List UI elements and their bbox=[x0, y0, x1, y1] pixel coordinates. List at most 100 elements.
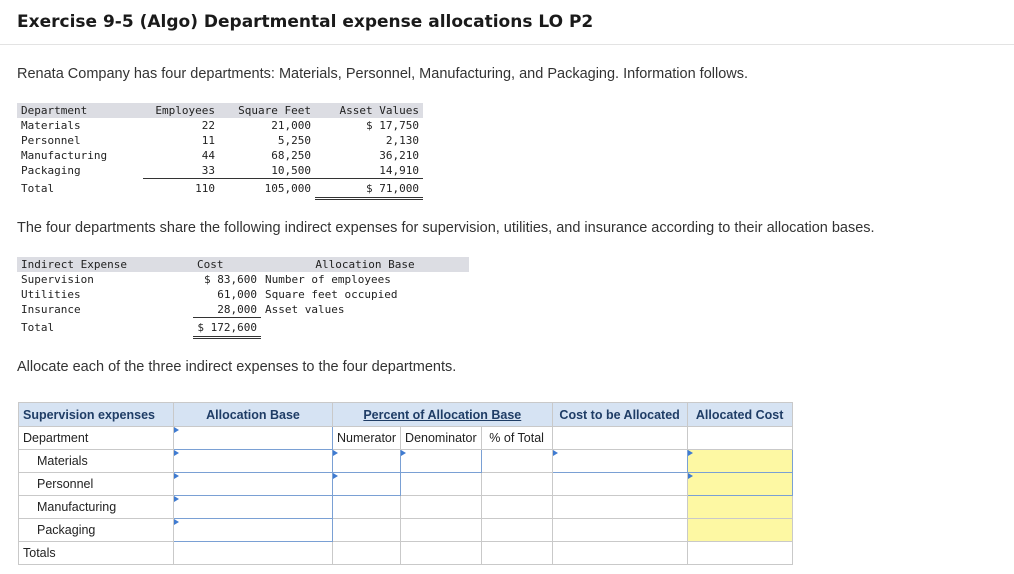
indirect-table-header: Indirect Expense Cost Allocation Base bbox=[17, 257, 469, 272]
empty-cell bbox=[686, 541, 793, 565]
department-table: Department Employees Square Feet Asset V… bbox=[17, 103, 423, 200]
grid-header-percent: Percent of Allocation Base bbox=[332, 402, 553, 427]
col-header: Cost bbox=[193, 257, 261, 272]
cell: $ 83,600 bbox=[204, 273, 257, 286]
allocated-cost-cell bbox=[686, 518, 793, 542]
totals-row: Totals bbox=[18, 541, 793, 565]
cell: 33 bbox=[143, 163, 219, 179]
cost-cell bbox=[551, 495, 688, 519]
cost-cell bbox=[551, 472, 688, 496]
table-row: Supervision $ 83,600 Number of employees bbox=[17, 272, 469, 287]
cost-to-allocate-input[interactable] bbox=[551, 449, 688, 473]
table-row: Insurance 28,000 Asset values bbox=[17, 302, 469, 318]
empty-cell bbox=[400, 541, 482, 565]
allocated-cost-cell bbox=[686, 495, 793, 519]
empty-cell bbox=[551, 541, 688, 565]
numerator-input[interactable] bbox=[331, 472, 402, 496]
cell: $ 17,750 bbox=[366, 119, 419, 132]
allocated-cost-input[interactable] bbox=[686, 449, 793, 473]
col-header: Department bbox=[17, 103, 143, 118]
col-header: Allocation Base bbox=[261, 257, 469, 272]
title-divider bbox=[0, 44, 1014, 45]
denominator-cell bbox=[400, 495, 482, 519]
denominator-label: Denominator bbox=[400, 426, 482, 450]
table-row: Materials 22 21,000 $ 17,750 bbox=[17, 118, 423, 133]
allocated-cost-input[interactable] bbox=[686, 472, 793, 496]
cell: Number of employees bbox=[265, 273, 391, 286]
cell: Supervision bbox=[21, 273, 94, 286]
allocation-base-input[interactable] bbox=[173, 495, 333, 519]
cell: 68,250 bbox=[271, 149, 311, 162]
cell: Square feet occupied bbox=[265, 288, 398, 301]
allocation-base-input[interactable] bbox=[173, 449, 333, 473]
col-header: Indirect Expense bbox=[17, 257, 193, 272]
cell: 2,130 bbox=[385, 134, 419, 147]
row-label: Packaging bbox=[18, 518, 174, 542]
cell: 5,250 bbox=[277, 134, 311, 147]
cell: 110 bbox=[195, 182, 215, 196]
allocation-base-input[interactable] bbox=[173, 472, 333, 496]
cell: Materials bbox=[21, 119, 81, 132]
intro-text: Renata Company has four departments: Mat… bbox=[17, 66, 749, 82]
table-row: Manufacturing bbox=[18, 495, 793, 519]
grid-header-cost-to-allocate: Cost to be Allocated bbox=[551, 402, 688, 427]
cell: Personnel bbox=[21, 134, 81, 147]
cell: Manufacturing bbox=[21, 149, 108, 162]
table-row: Manufacturing 44 68,250 36,210 bbox=[17, 148, 423, 163]
page-title: Exercise 9-5 (Algo) Departmental expense… bbox=[17, 12, 594, 32]
numerator-label: Numerator bbox=[331, 426, 402, 450]
cell: 36,210 bbox=[379, 149, 419, 162]
cell: 21,000 bbox=[271, 119, 311, 132]
table-row: Packaging 33 10,500 14,910 bbox=[17, 163, 423, 179]
grid-header-allocation-base: Allocation Base bbox=[173, 402, 333, 427]
col-header: Employees bbox=[143, 103, 219, 118]
cell: 61,000 bbox=[217, 288, 257, 301]
cell: 44 bbox=[201, 149, 215, 162]
numerator-cell bbox=[331, 518, 402, 542]
table-total-row: Total $ 172,600 bbox=[17, 317, 469, 339]
cell: Total bbox=[21, 182, 55, 195]
denominator-cell bbox=[400, 472, 482, 496]
grid-header-supervision: Supervision expenses bbox=[18, 402, 174, 427]
cell: $ 71,000 bbox=[315, 178, 423, 200]
cell: 28,000 bbox=[193, 302, 261, 318]
cell: 11 bbox=[201, 134, 215, 147]
cell: Asset values bbox=[265, 303, 345, 317]
percent-cell bbox=[480, 449, 553, 473]
percent-of-allocation-base-link[interactable]: Percent of Allocation Base bbox=[363, 408, 521, 422]
table-total-row: Total 110 105,000 $ 71,000 bbox=[17, 178, 423, 200]
cell: 10,500 bbox=[219, 163, 315, 179]
row-label: Materials bbox=[18, 449, 174, 473]
percent-of-total-label: % of Total bbox=[480, 426, 553, 450]
allocation-base-input[interactable] bbox=[173, 518, 333, 542]
cell: $ 172,600 bbox=[193, 317, 261, 339]
row-label: Manufacturing bbox=[18, 495, 174, 519]
numerator-input[interactable] bbox=[331, 449, 402, 473]
allocation-base-input[interactable] bbox=[173, 426, 333, 450]
table-row: Utilities 61,000 Square feet occupied bbox=[17, 287, 469, 302]
empty-cell bbox=[551, 426, 688, 450]
table-row: Materials bbox=[18, 449, 793, 473]
empty-cell bbox=[331, 541, 402, 565]
percent-cell bbox=[480, 472, 553, 496]
grid-header-row: Supervision expenses Allocation Base Per… bbox=[18, 402, 793, 427]
empty-cell bbox=[480, 541, 553, 565]
grid-header-allocated-cost: Allocated Cost bbox=[686, 402, 793, 427]
cell: 22 bbox=[201, 119, 215, 132]
grid-subheader-row: Department Numerator Denominator % of To… bbox=[18, 426, 793, 450]
empty-cell bbox=[686, 426, 793, 450]
cell bbox=[261, 318, 469, 338]
department-table-header: Department Employees Square Feet Asset V… bbox=[17, 103, 423, 118]
totals-label: Totals bbox=[18, 541, 174, 565]
cell: Packaging bbox=[21, 164, 81, 178]
denominator-cell bbox=[400, 518, 482, 542]
numerator-cell bbox=[331, 495, 402, 519]
empty-cell bbox=[173, 541, 333, 565]
col-header: Square Feet bbox=[219, 103, 315, 118]
table-row: Personnel bbox=[18, 472, 793, 496]
cell: 14,910 bbox=[315, 163, 423, 179]
table-row: Packaging bbox=[18, 518, 793, 542]
denominator-input[interactable] bbox=[400, 449, 482, 473]
cell: Total bbox=[21, 321, 55, 334]
cost-cell bbox=[551, 518, 688, 542]
